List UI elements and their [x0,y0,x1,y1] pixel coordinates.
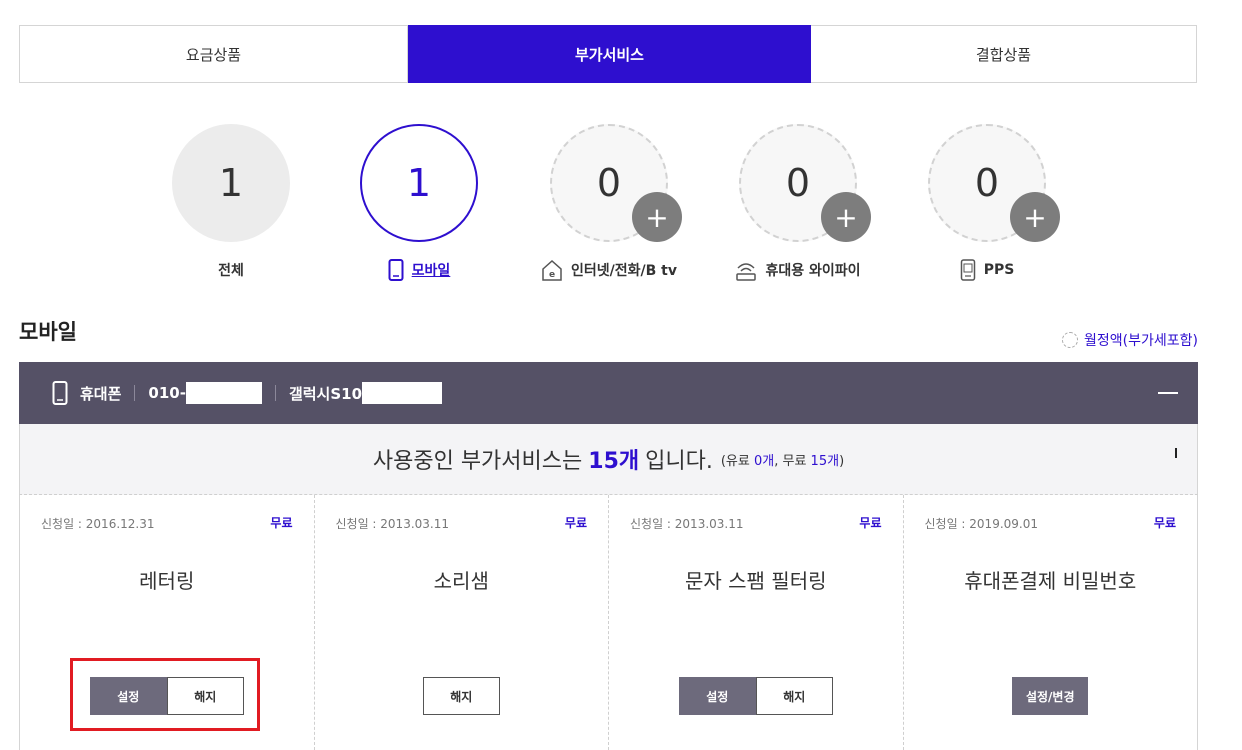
service-actions: 설정 해지 [609,677,903,715]
category-count-circle[interactable]: 1 [360,124,478,242]
category-count-circle[interactable]: 0 + [928,124,1060,242]
settings-button[interactable]: 설정 [678,677,756,715]
category-mobile[interactable]: 1 모바일 [324,124,514,281]
free-count: 15개 [810,453,840,469]
category-label: 휴대용 와이파이 [765,263,861,279]
summary-suffix: 입니다. [645,449,713,474]
category-count: 0 [785,161,811,205]
category-label-wrap: 전체 [136,259,326,281]
fee-badge: 무료 [564,516,587,530]
category-label-wrap: e 인터넷/전화/B tv [514,259,704,281]
category-label-wrap: 휴대용 와이파이 [703,259,893,281]
category-label: 인터넷/전화/B tv [571,263,677,279]
divider [274,385,276,401]
service-summary: 사용중인 부가서비스는 15개 입니다. (유료 0개, 무료 15개) [19,424,1198,495]
service-name: 휴대폰결제 비밀번호 [964,569,1137,593]
home-internet-icon: e [541,259,563,281]
category-label: PPS [983,262,1015,278]
category-label[interactable]: 모바일 [412,260,451,280]
monthly-fee-label: 월정액(부가세포함) [1084,333,1198,349]
tab-addon-services[interactable]: 부가서비스 [408,25,811,83]
category-internet-phone-btv[interactable]: 0 + e 인터넷/전화/B tv [514,124,704,281]
tab-rate-plans[interactable]: 요금상품 [20,26,408,82]
add-plus-icon[interactable]: + [821,192,871,242]
summary-detail: (유료 0개, 무료 15개) [721,450,844,469]
product-tabs: 요금상품 부가서비스 결합상품 [19,25,1197,83]
category-count-circle[interactable]: 1 [172,124,290,242]
highlight-box [70,658,260,731]
wifi-router-icon [735,259,757,281]
section-title: 모바일 [19,320,77,344]
svg-text:e: e [549,270,555,280]
apply-date: 신청일 : 2013.03.11 [335,517,450,531]
device-type: 휴대폰 [80,384,122,403]
category-count: 1 [218,161,244,205]
text-cursor [1175,448,1177,458]
service-card: 신청일 : 2013.03.11 무료 소리샘 해지 [315,495,609,750]
category-all[interactable]: 1 전체 [136,124,326,281]
monthly-fee-toggle[interactable]: 월정액(부가세포함) [1062,330,1198,350]
apply-date: 신청일 : 2013.03.11 [630,517,744,531]
category-count: 1 [406,161,432,205]
fee-badge: 무료 [859,516,882,530]
category-count-circle[interactable]: 0 + [739,124,871,242]
category-portable-wifi[interactable]: 0 + 휴대용 와이파이 [703,124,893,281]
category-pps[interactable]: 0 + PPS [892,124,1082,281]
phone-number-prefix: 010- [148,384,186,402]
paid-count: 0개 [753,453,775,469]
category-label-wrap: 모바일 [324,259,514,281]
category-filter: 1 전체 1 모바일 0 + e 인터넷/전화/B tv 0 + 휴대용 와이파… [0,124,1242,284]
settings-change-button[interactable]: 설정/변경 [1012,677,1089,715]
service-name: 소리샘 [433,569,489,593]
category-count: 0 [974,161,1000,205]
divider [134,385,136,401]
service-card: 신청일 : 2013.03.11 무료 문자 스팸 필터링 설정 해지 [609,495,904,750]
loading-ring-icon [1062,332,1079,348]
cancel-subscription-button[interactable]: 해지 [755,677,833,715]
detail-close: ) [839,453,845,469]
phone-icon [52,381,68,405]
summary-count: 15개 [588,449,640,474]
category-count-circle[interactable]: 0 + [550,124,682,242]
apply-date: 신청일 : 2016.12.31 [41,517,155,531]
add-plus-icon[interactable]: + [1010,192,1060,242]
category-label-wrap: PPS [892,259,1082,281]
phone-icon [388,259,404,281]
service-card: 신청일 : 2019.09.01 무료 휴대폰결제 비밀번호 설정/변경 [904,495,1198,750]
detail-paid-label: (유료 [720,453,750,469]
device-model-prefix: 갤럭시S10 [288,384,363,403]
device-header[interactable]: 휴대폰 010- 갤럭시S10 [19,362,1198,424]
apply-date: 신청일 : 2019.09.01 [924,517,1039,531]
masked-phone-number [185,382,262,404]
category-label: 전체 [218,263,244,279]
service-name: 레터링 [139,569,195,593]
detail-free-label: , 무료 [774,453,807,469]
cancel-subscription-button[interactable]: 해지 [422,677,500,715]
add-plus-icon[interactable]: + [632,192,682,242]
fee-badge: 무료 [1153,516,1176,530]
service-actions: 해지 [315,677,609,715]
service-actions: 설정/변경 [904,677,1198,715]
summary-prefix: 사용중인 부가서비스는 [372,449,583,474]
collapse-icon[interactable] [1158,392,1178,394]
service-name: 문자 스팸 필터링 [684,569,827,593]
masked-model-name [362,382,443,404]
pps-phone-icon [960,259,976,281]
fee-badge: 무료 [270,516,293,530]
category-count: 0 [596,161,622,205]
tab-bundle-products[interactable]: 결합상품 [811,26,1196,82]
